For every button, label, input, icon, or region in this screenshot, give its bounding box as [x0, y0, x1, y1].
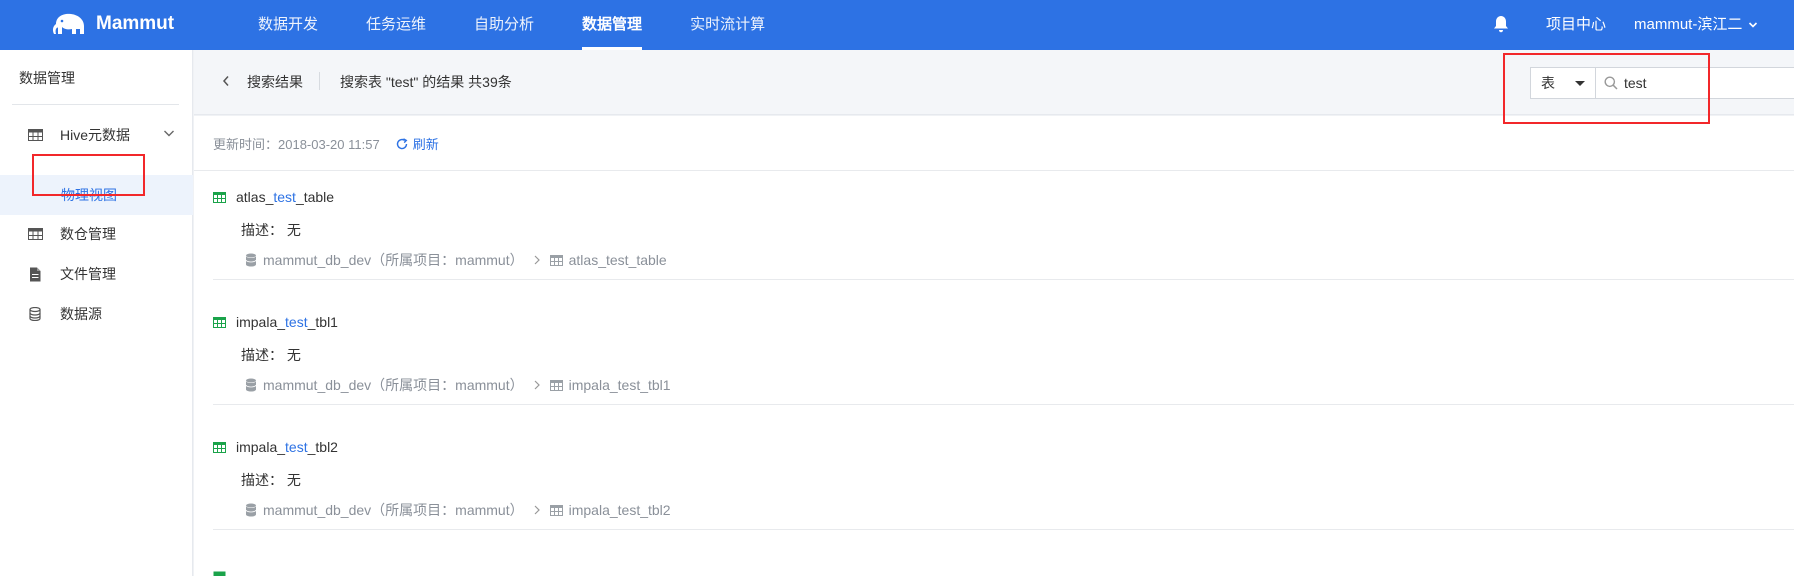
table-icon	[213, 191, 226, 203]
result-table-name[interactable]: atlas_test_table	[569, 252, 667, 268]
bell-icon[interactable]	[1493, 15, 1509, 33]
sidebar-title: 数据管理	[19, 70, 75, 86]
result-title-prefix: impala_	[236, 439, 286, 455]
breadcrumb-divider	[319, 72, 320, 90]
result-path: mammut_db_dev（所属项目：mammut） impala_test_t…	[245, 375, 671, 395]
database-icon	[245, 253, 257, 267]
sidebar-item-file-management[interactable]: 文件管理	[0, 254, 193, 294]
refresh-button[interactable]: 刷新	[396, 134, 439, 153]
result-description: 描述： 无	[241, 347, 301, 363]
update-time: 更新时间：2018-03-20 11:57	[213, 137, 380, 152]
refresh-label: 刷新	[412, 137, 439, 152]
logo-text: Mammut	[96, 13, 175, 34]
result-item: atlas_ test _table 描述： 无 mammut_db_dev（所属项…	[213, 171, 1794, 280]
result-title-suffix: _table	[295, 189, 335, 205]
table-icon	[213, 571, 226, 576]
database-icon	[245, 503, 257, 517]
chevron-down-icon	[164, 130, 174, 137]
result-description: 描述： 无	[241, 472, 301, 488]
annotation-box-search	[1503, 53, 1710, 124]
nav-self-analysis[interactable]: 自助分析	[474, 0, 534, 50]
result-title-prefix: impala_	[236, 314, 286, 330]
result-title-prefix: atlas_	[236, 189, 274, 205]
result-path: mammut_db_dev（所属项目：mammut） impala_test_t…	[245, 500, 671, 520]
sidebar-item-warehouse[interactable]: 数仓管理	[0, 214, 193, 254]
sidebar-item-label: 文件管理	[60, 266, 116, 282]
update-row: 更新时间：2018-03-20 11:57 刷新	[213, 134, 439, 153]
result-path: mammut_db_dev（所属项目：mammut） atlas_test_ta…	[245, 250, 667, 270]
search-result-count: 搜索表 "test" 的结果 共39条	[340, 74, 512, 90]
refresh-icon	[396, 137, 408, 149]
annotation-box-sidebar	[32, 154, 145, 196]
breadcrumb[interactable]: 搜索结果	[247, 72, 303, 92]
result-db[interactable]: mammut_db_dev（所属项目：mammut）	[263, 375, 524, 395]
result-db[interactable]: mammut_db_dev（所属项目：mammut）	[263, 250, 524, 270]
result-title[interactable]: impala_ test _tbl2	[213, 439, 338, 455]
project-center-link[interactable]: 项目中心	[1546, 0, 1606, 50]
table-icon	[213, 441, 226, 453]
table-icon	[549, 254, 563, 266]
sidebar-divider	[12, 104, 179, 105]
search-results-panel: 更新时间：2018-03-20 11:57 刷新 atlas_ test _tabl…	[194, 116, 1794, 576]
elephant-logo-icon	[52, 13, 84, 34]
table-icon	[549, 379, 563, 391]
database-icon	[245, 378, 257, 392]
sidebar-item-label: 数据源	[60, 306, 102, 322]
result-item: impala_ test _tbl1 描述： 无 mammut_db_dev（所属项…	[213, 296, 1794, 405]
table-icon	[549, 504, 563, 516]
result-title-suffix: _tbl1	[307, 314, 338, 330]
nav-data-management[interactable]: 数据管理	[582, 0, 643, 50]
table-icon	[27, 226, 43, 242]
result-title[interactable]: impala_ test _tbl1	[213, 314, 338, 330]
chevron-down-icon	[1749, 22, 1758, 28]
sidebar: 数据管理 Hive元数据 物理视图 数仓管理 文件管理 数据源	[0, 50, 193, 576]
nav-data-dev[interactable]: 数据开发	[258, 0, 318, 50]
sidebar-item-hive-metadata[interactable]: Hive元数据	[0, 115, 193, 155]
chevron-right-icon	[534, 380, 540, 390]
chevron-right-icon	[534, 255, 540, 265]
top-navbar: Mammut 数据开发 任务运维 自助分析 数据管理 实时流计算 项目中心 ma…	[0, 0, 1794, 50]
result-db[interactable]: mammut_db_dev（所属项目：mammut）	[263, 500, 524, 520]
result-title[interactable]: atlas_ test _table	[213, 189, 334, 205]
logo[interactable]: Mammut	[50, 10, 174, 38]
nav-realtime-compute[interactable]: 实时流计算	[690, 0, 765, 50]
main-nav: 数据开发 任务运维 自助分析 数据管理 实时流计算	[258, 0, 813, 50]
result-title-keyword: test	[273, 189, 296, 205]
sidebar-item-label: Hive元数据	[60, 127, 131, 143]
result-title-keyword: test	[285, 439, 308, 455]
user-menu[interactable]: mammut-滨江二	[1634, 0, 1758, 50]
table-icon	[27, 127, 43, 143]
result-title-suffix: _tbl2	[307, 439, 338, 455]
sidebar-item-data-source[interactable]: 数据源	[0, 294, 193, 334]
chevron-right-icon	[534, 505, 540, 515]
user-name: mammut-滨江二	[1634, 16, 1743, 33]
result-table-name[interactable]: impala_test_tbl1	[569, 377, 671, 393]
result-title-keyword: test	[285, 314, 308, 330]
database-icon	[27, 306, 43, 322]
result-item: impala_ test _tbl2 描述： 无 mammut_db_dev（所属项…	[213, 421, 1794, 530]
table-icon	[213, 316, 226, 328]
result-table-name[interactable]: impala_test_tbl2	[569, 502, 671, 518]
result-description: 描述： 无	[241, 222, 301, 238]
chevron-left-icon[interactable]	[222, 75, 230, 87]
file-icon	[27, 266, 43, 282]
sidebar-item-label: 数仓管理	[60, 226, 116, 242]
nav-task-ops[interactable]: 任务运维	[366, 0, 426, 50]
